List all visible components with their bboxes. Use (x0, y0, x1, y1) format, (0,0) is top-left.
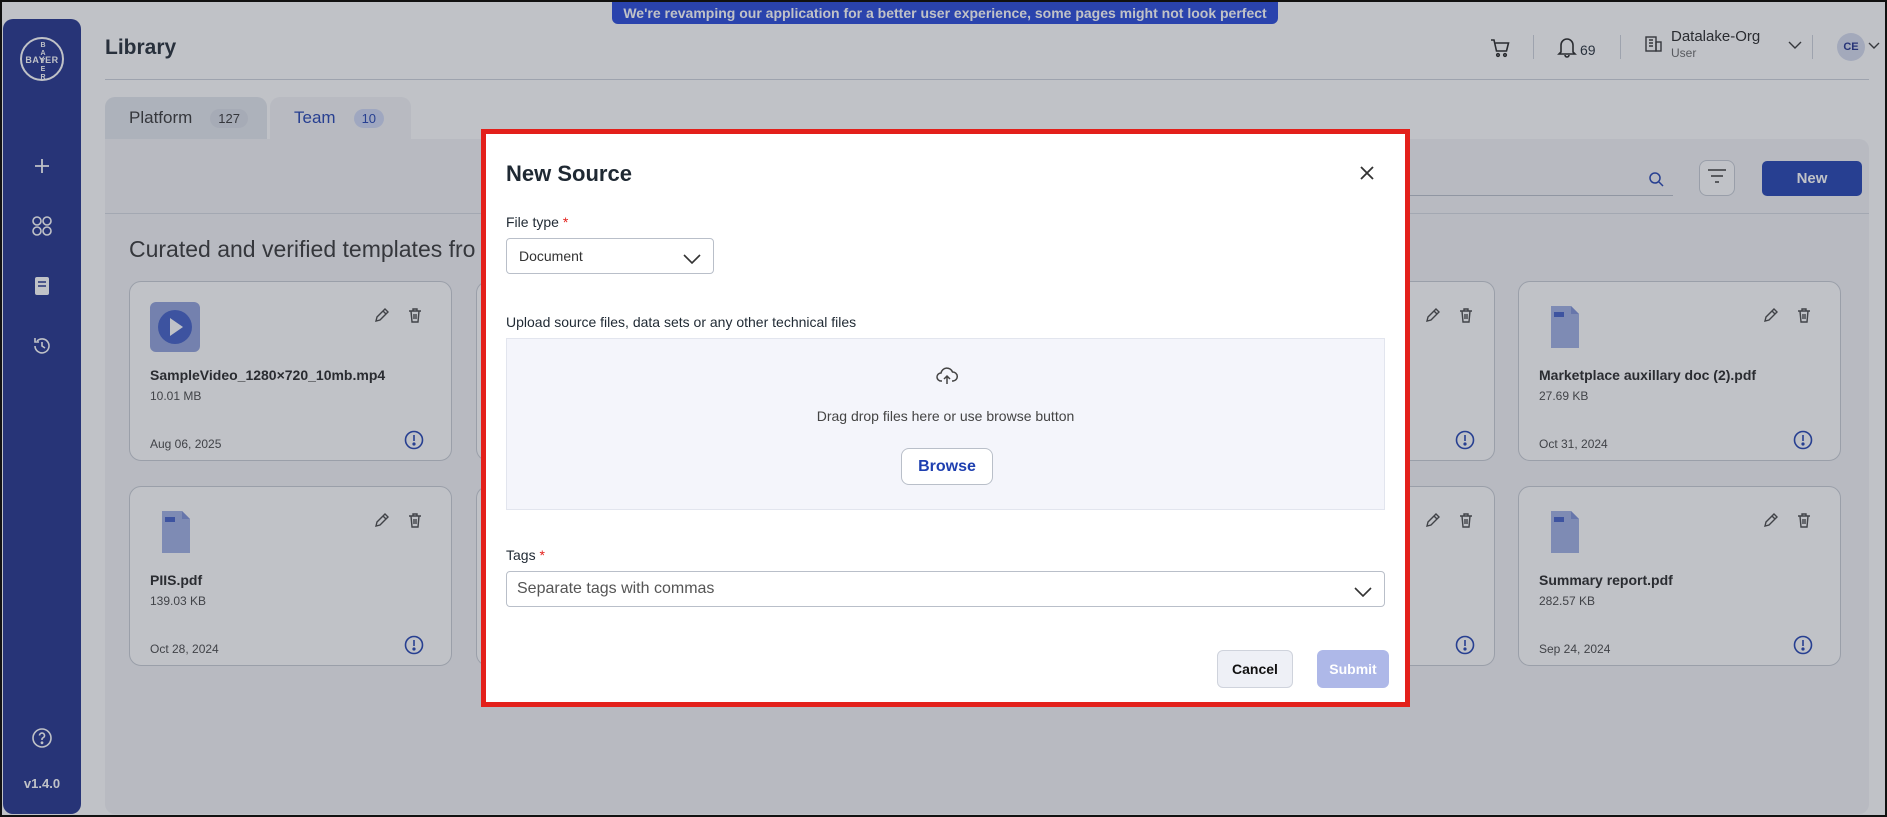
submit-button[interactable]: Submit (1317, 650, 1389, 688)
close-icon[interactable] (1358, 164, 1376, 182)
upload-label: Upload source files, data sets or any ot… (506, 314, 857, 330)
browse-button[interactable]: Browse (901, 448, 993, 485)
tags-placeholder: Separate tags with commas (517, 580, 715, 597)
label-text: File type (506, 214, 559, 230)
chevron-down-icon (683, 251, 701, 267)
cloud-upload-icon (936, 365, 958, 387)
new-source-dialog: New Source File type * Document Upload s… (481, 129, 1410, 707)
required-mark: * (539, 547, 545, 563)
required-mark: * (562, 214, 569, 230)
file-dropzone[interactable]: Drag drop files here or use browse butto… (506, 338, 1385, 510)
file-type-select[interactable]: Document (506, 238, 714, 274)
file-type-label: File type * (506, 214, 568, 230)
tags-label: Tags * (506, 547, 545, 563)
dialog-title: New Source (506, 161, 632, 186)
dropzone-text: Drag drop files here or use browse butto… (816, 408, 1075, 424)
file-type-value: Document (519, 248, 583, 264)
label-text: Tags (506, 547, 536, 563)
cancel-button[interactable]: Cancel (1217, 650, 1293, 688)
chevron-down-icon[interactable] (1354, 584, 1372, 602)
tags-input[interactable]: Separate tags with commas (506, 571, 1385, 607)
